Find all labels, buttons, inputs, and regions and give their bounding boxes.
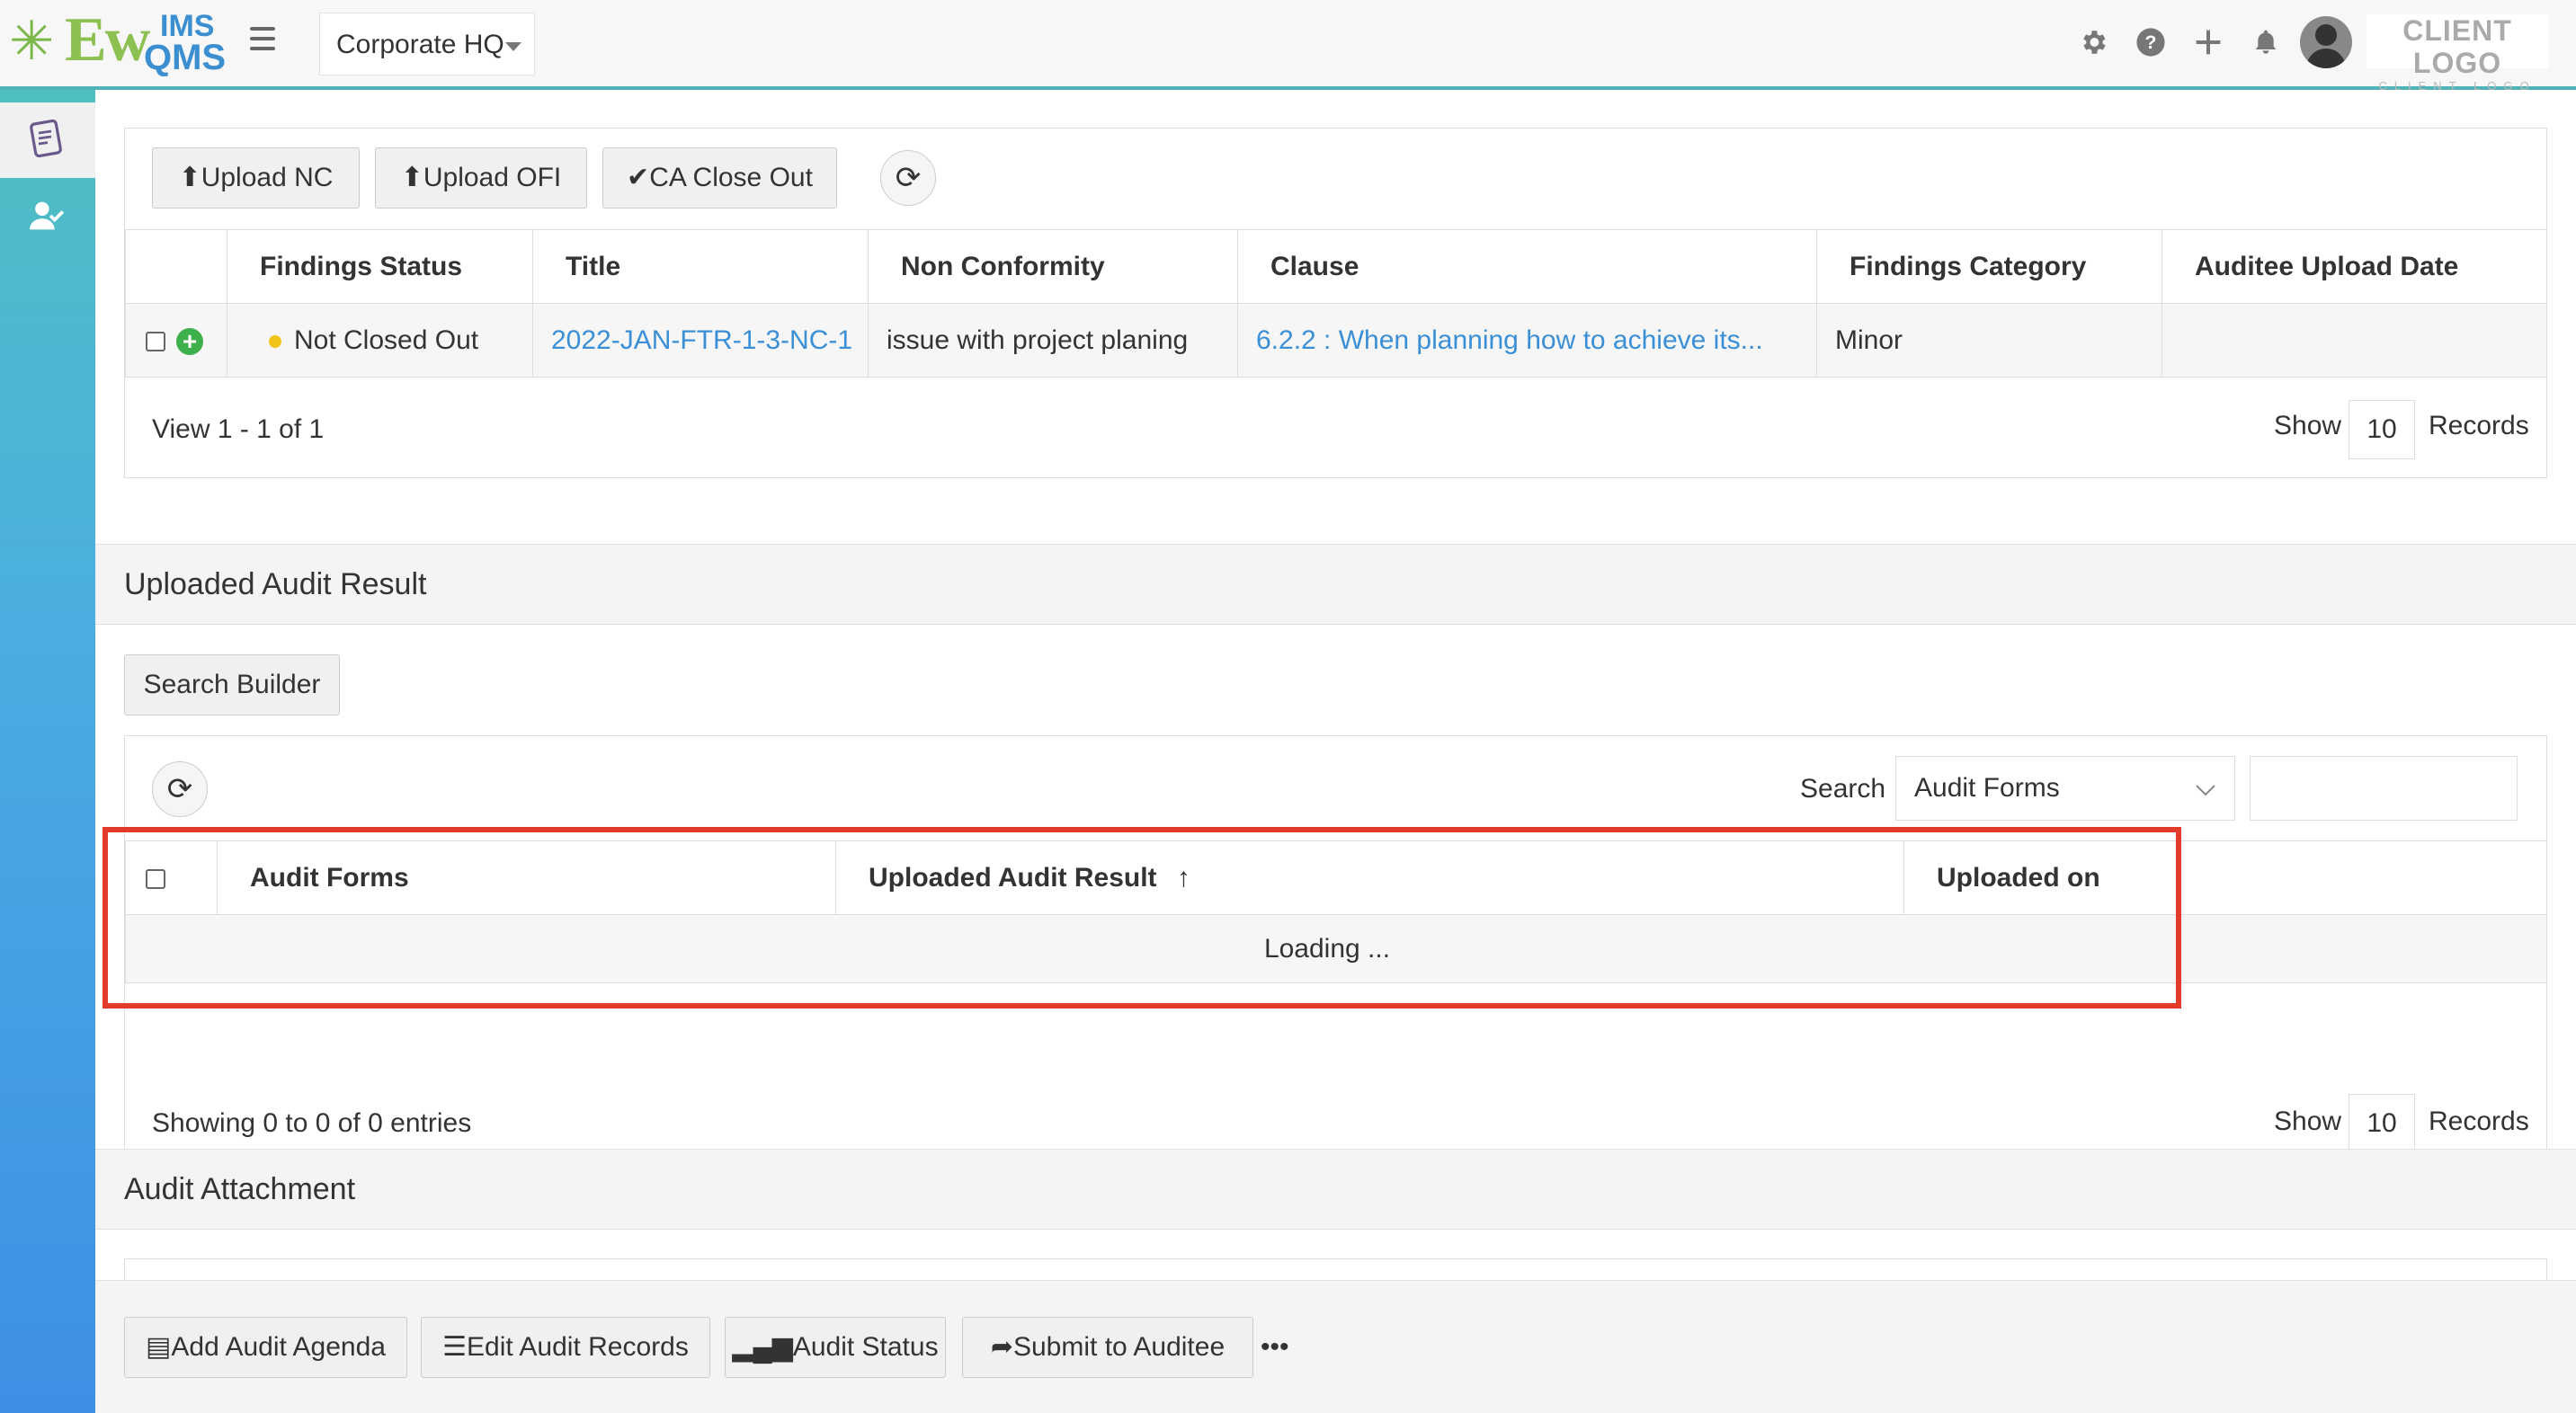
row-select-cell: + <box>125 303 227 378</box>
bottom-action-bar: ▤Add Audit Agenda ☰Edit Audit Records ▂▄… <box>95 1280 2576 1413</box>
gear-icon[interactable] <box>2071 20 2116 65</box>
row-checkbox[interactable] <box>146 331 165 351</box>
upload-icon: ⬆ <box>400 163 423 192</box>
records-per-page-select[interactable]: 10 <box>2349 400 2415 459</box>
column-clause[interactable]: Clause <box>1237 229 1817 304</box>
highlight-box <box>103 827 2181 1009</box>
column-title[interactable]: Title <box>532 229 869 304</box>
edit-audit-records-button[interactable]: ☰Edit Audit Records <box>421 1317 710 1378</box>
clause-cell: 6.2.2 : When planning how to achieve its… <box>1237 303 1817 378</box>
search-label: Search <box>1800 774 1886 804</box>
top-bar: ✳ Ew IMS QMS Corporate HQ ? CLIENT LOGO … <box>0 0 2576 93</box>
upload-date-cell <box>2162 303 2547 378</box>
plus-icon[interactable] <box>2186 20 2231 65</box>
logo-flower-icon: ✳ <box>9 11 55 71</box>
client-logo-text: CLIENT LOGO <box>2402 14 2512 79</box>
title-cell: 2022-JAN-FTR-1-3-NC-1 <box>532 303 869 378</box>
ca-close-out-button[interactable]: ✔CA Close Out <box>602 147 837 209</box>
column-findings-category[interactable]: Findings Category <box>1816 229 2162 304</box>
audit-result-pager-info: Showing 0 to 0 of 0 entries <box>152 1108 472 1138</box>
client-logo: CLIENT LOGO CLIENT LOGO <box>2367 14 2548 93</box>
logo-ims: IMS <box>160 9 215 43</box>
select-column-header <box>125 229 227 304</box>
bell-icon[interactable] <box>2243 20 2288 65</box>
site-selector-value: Corporate HQ <box>336 30 504 59</box>
site-selector[interactable]: Corporate HQ <box>319 13 535 76</box>
show-label: Show <box>2274 1106 2342 1136</box>
logo-ew: Ew <box>65 5 150 75</box>
clause-link[interactable]: 6.2.2 : When planning how to achieve its… <box>1256 325 1763 355</box>
share-arrow-icon: ➦ <box>990 1332 1013 1362</box>
avatar[interactable] <box>2300 16 2352 68</box>
upload-nc-button[interactable]: ⬆Upload NC <box>152 147 360 209</box>
list-check-icon: ☰ <box>442 1332 468 1362</box>
records-label: Records <box>2429 411 2529 440</box>
refresh-button[interactable]: ⟳ <box>152 761 208 817</box>
status-text: Not Closed Out <box>294 324 479 355</box>
audit-status-button[interactable]: ▂▄▆Audit Status <box>725 1317 946 1378</box>
caret-down-icon <box>505 42 521 51</box>
finding-title-link[interactable]: 2022-JAN-FTR-1-3-NC-1 <box>551 325 852 355</box>
column-auditee-upload-date[interactable]: Auditee Upload Date <box>2162 229 2547 304</box>
category-cell: Minor <box>1816 303 2162 378</box>
search-input[interactable] <box>2250 756 2518 821</box>
add-audit-agenda-button[interactable]: ▤Add Audit Agenda <box>124 1317 407 1378</box>
search-field-value: Audit Forms <box>1914 773 2060 803</box>
show-label: Show <box>2274 411 2342 440</box>
refresh-button[interactable]: ⟳ <box>880 150 936 206</box>
findings-pager-info: View 1 - 1 of 1 <box>152 414 325 444</box>
chevron-down-icon <box>2196 785 2215 796</box>
more-options-icon[interactable]: ••• <box>1261 1317 1289 1378</box>
upload-ofi-button[interactable]: ⬆Upload OFI <box>375 147 587 209</box>
uploaded-audit-result-header: Uploaded Audit Result <box>95 544 2576 625</box>
user-check-icon <box>30 201 65 230</box>
menu-toggle-icon[interactable] <box>250 27 275 57</box>
status-dot-icon <box>269 334 281 348</box>
column-non-conformity[interactable]: Non Conformity <box>868 229 1238 304</box>
main-content: ⬆Upload NC ⬆Upload OFI ✔CA Close Out ⟳ F… <box>95 90 2576 1413</box>
audit-document-icon <box>30 119 62 158</box>
sidebar-item-auditee[interactable] <box>0 178 95 253</box>
expand-plus-icon[interactable]: + <box>176 327 203 355</box>
column-findings-status[interactable]: Findings Status <box>227 229 533 304</box>
upload-icon: ⬆ <box>178 163 201 192</box>
sidebar <box>0 90 95 1413</box>
findings-header-row: Findings Status Title Non Conformity Cla… <box>125 229 2547 304</box>
findings-table: Findings Status Title Non Conformity Cla… <box>125 229 2547 378</box>
table-row: + Not Closed Out 2022-JAN-FTR-1-3-NC-1 i… <box>125 303 2547 378</box>
search-builder-button[interactable]: Search Builder <box>124 654 340 715</box>
svg-text:?: ? <box>2145 31 2157 53</box>
check-circle-icon: ✔ <box>627 163 650 192</box>
records-label: Records <box>2429 1106 2529 1136</box>
findings-panel: ⬆Upload NC ⬆Upload OFI ✔CA Close Out ⟳ F… <box>124 128 2547 478</box>
records-per-page-select[interactable]: 10 <box>2349 1094 2415 1153</box>
submit-to-auditee-button[interactable]: ➦Submit to Auditee <box>962 1317 1253 1378</box>
sidebar-item-audit[interactable] <box>0 102 95 178</box>
calendar-icon: ▤ <box>146 1332 172 1362</box>
non-conformity-cell: issue with project planing <box>868 303 1238 378</box>
refresh-icon: ⟳ <box>895 161 922 195</box>
refresh-icon: ⟳ <box>166 772 193 806</box>
logo-qms: QMS <box>144 38 227 77</box>
audit-attachment-header: Audit Attachment <box>95 1149 2576 1230</box>
help-icon[interactable]: ? <box>2128 20 2173 65</box>
status-cell: Not Closed Out <box>227 303 533 378</box>
search-field-select[interactable]: Audit Forms <box>1895 756 2235 821</box>
signal-bars-icon: ▂▄▆ <box>732 1332 793 1362</box>
